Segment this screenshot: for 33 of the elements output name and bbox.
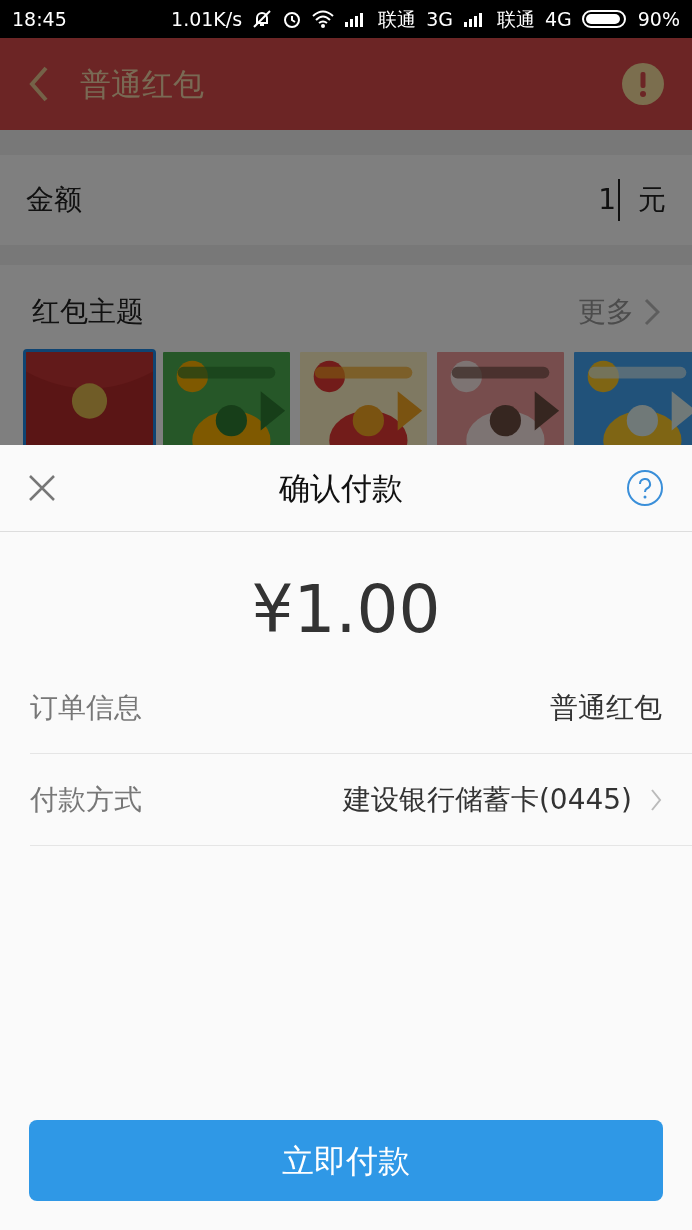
amount-label: 金额	[26, 182, 83, 218]
battery-icon	[581, 9, 628, 29]
status-time: 18:45	[12, 6, 67, 32]
theme-card[interactable]	[23, 349, 156, 445]
section-title: 红包主题	[32, 294, 145, 330]
warning-icon[interactable]	[622, 63, 664, 105]
row-value: 建设银行储蓄卡(0445)	[342, 781, 632, 818]
row-label: 订单信息	[30, 689, 143, 726]
amount-value: 1	[598, 179, 620, 221]
network-type: 3G	[426, 6, 453, 32]
wifi-icon	[312, 10, 335, 28]
back-icon[interactable]	[28, 66, 50, 102]
amount-field[interactable]: 金额 1 元	[0, 155, 692, 245]
mute-icon	[252, 9, 273, 29]
pay-now-button[interactable]: 立即付款	[29, 1120, 663, 1201]
page-title: 普通红包	[80, 64, 205, 104]
chevron-right-icon	[644, 298, 660, 326]
help-icon[interactable]	[626, 469, 664, 507]
info-row[interactable]: 付款方式 建设银行储蓄卡(0445)	[30, 754, 692, 846]
network-speed: 1.01K/s	[171, 6, 243, 32]
row-label: 付款方式	[30, 781, 143, 818]
alarm-icon	[282, 9, 303, 29]
carrier-name: 联通	[496, 6, 535, 32]
amount-unit: 元	[638, 182, 666, 218]
battery-percent: 90%	[637, 6, 680, 32]
row-value: 普通红包	[550, 689, 662, 726]
chevron-right-icon	[650, 787, 662, 812]
envelope-icon	[26, 352, 153, 445]
carrier-name: 联通	[378, 6, 417, 32]
payment-amount: ¥1.00	[250, 570, 442, 650]
close-icon[interactable]	[28, 474, 56, 502]
network-type: 4G	[544, 6, 572, 32]
dialog-title: 确认付款	[278, 468, 404, 508]
